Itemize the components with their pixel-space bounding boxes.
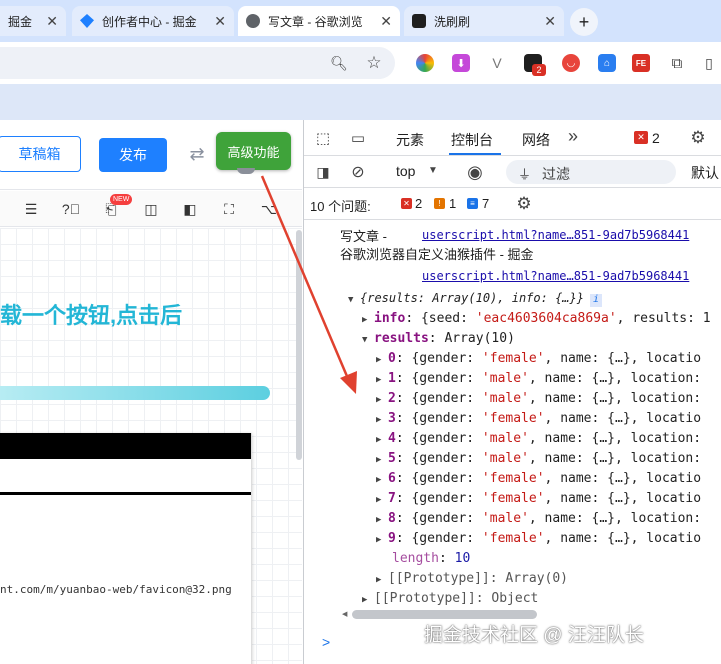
arrow-line bbox=[260, 175, 351, 382]
watermark: 掘金技术社区 @ 汪汪队长 bbox=[424, 625, 644, 646]
annotation-arrow bbox=[260, 175, 357, 394]
arrowhead-icon bbox=[340, 371, 357, 394]
